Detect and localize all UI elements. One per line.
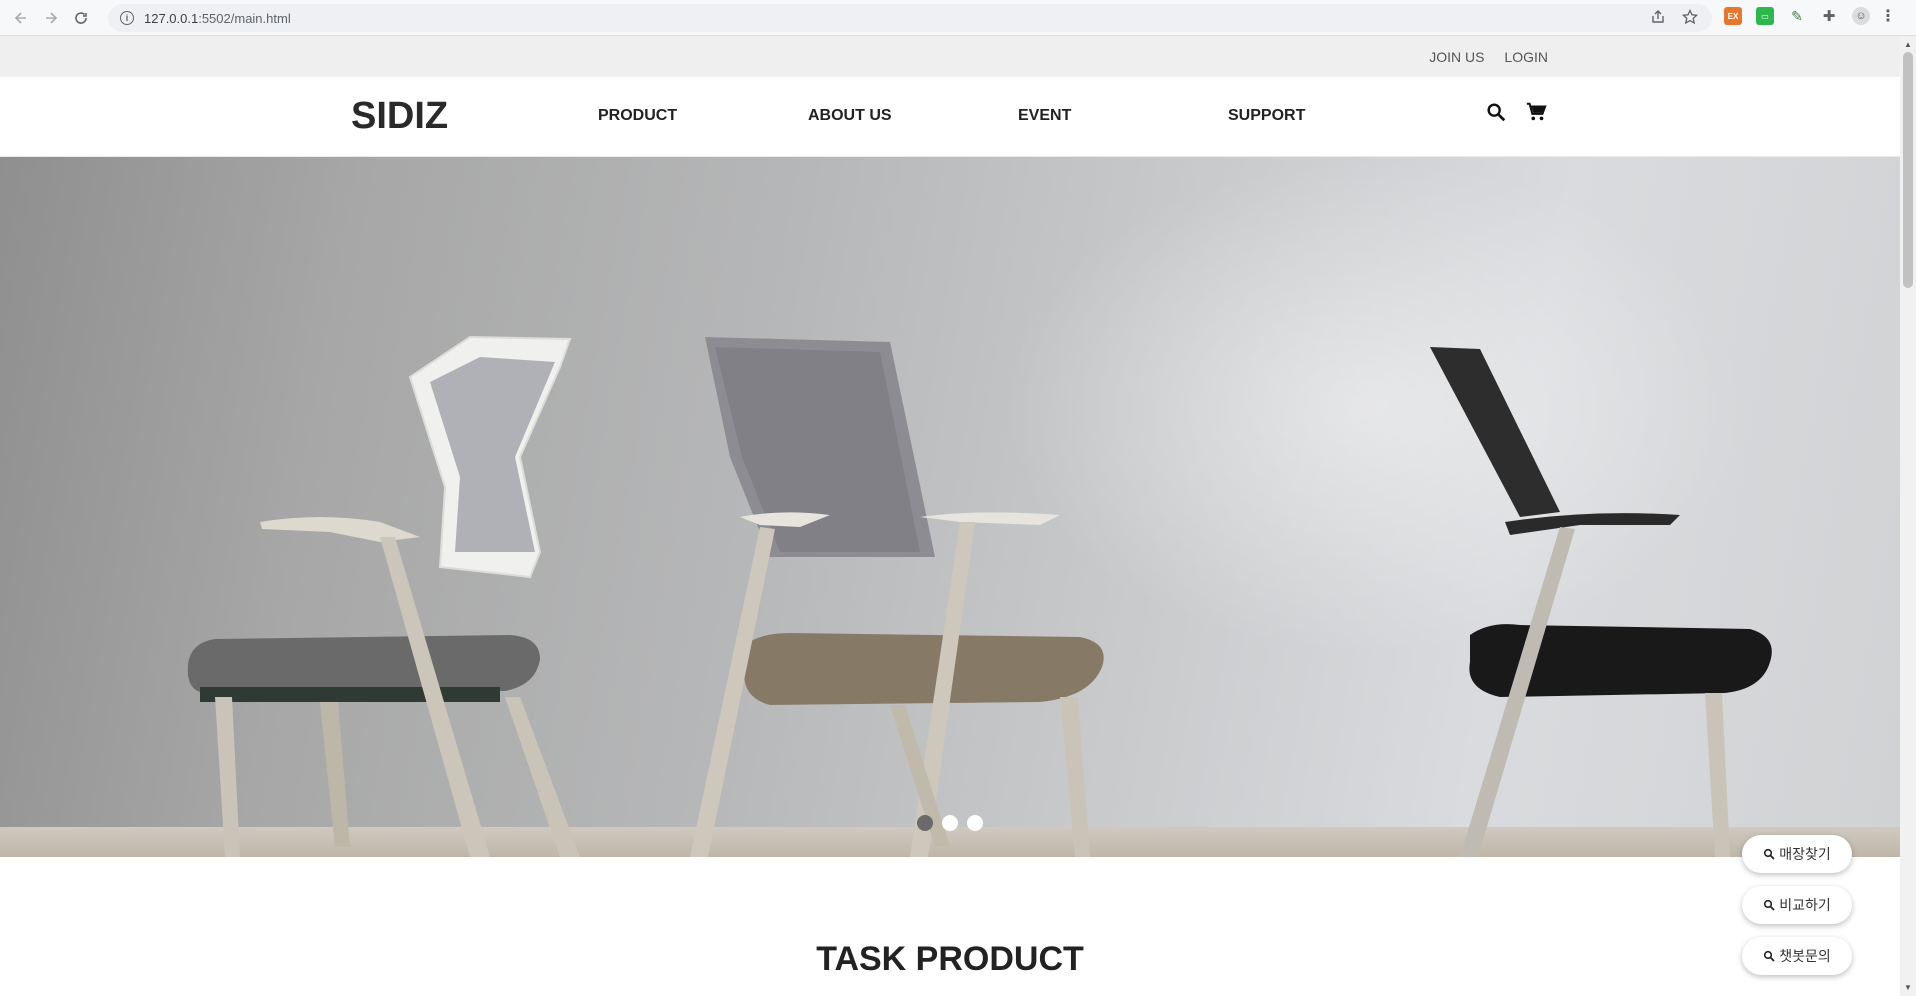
- join-us-link[interactable]: JOIN US: [1429, 49, 1484, 65]
- nav-event[interactable]: EVENT: [1018, 107, 1228, 125]
- page: JOIN US LOGIN SIDIZ PRODUCT ABOUT US EVE…: [0, 36, 1900, 996]
- utility-bar: JOIN US LOGIN: [0, 36, 1900, 77]
- slider-dot-1[interactable]: [917, 815, 933, 831]
- url-path: :5502/main.html: [198, 10, 291, 26]
- extensions-puzzle-icon[interactable]: ✚: [1820, 7, 1838, 25]
- back-icon[interactable]: [6, 3, 36, 33]
- chatbot-button[interactable]: 챗봇문의: [1742, 937, 1852, 975]
- info-icon[interactable]: i: [120, 11, 134, 25]
- share-icon[interactable]: [1650, 9, 1666, 25]
- hero-chairs-image: [187, 335, 1772, 857]
- chair-left: [187, 335, 580, 857]
- nav-support[interactable]: SUPPORT: [1228, 107, 1438, 125]
- cart-icon[interactable]: [1525, 101, 1547, 123]
- address-bar[interactable]: i 127.0.0.1:5502/main.html: [108, 4, 1712, 32]
- url-host: 127.0.0.1: [144, 10, 199, 26]
- search-icon[interactable]: [1485, 101, 1507, 123]
- page-scrollbar[interactable]: ▲ ▼: [1900, 36, 1916, 996]
- chair-middle: [690, 337, 1104, 857]
- floating-menu: 매장찾기 비교하기 챗봇문의: [1742, 835, 1852, 975]
- hero-banner: [0, 157, 1900, 857]
- bookmark-star-icon[interactable]: [1682, 9, 1698, 25]
- url-text: 127.0.0.1:5502/main.html: [144, 11, 291, 26]
- browser-menu-icon[interactable]: ⋮: [1880, 7, 1896, 25]
- forward-icon[interactable]: [36, 3, 66, 33]
- find-store-label: 매장찾기: [1779, 846, 1831, 862]
- extension-pen-icon[interactable]: ✎: [1788, 7, 1806, 25]
- login-link[interactable]: LOGIN: [1504, 49, 1548, 65]
- profile-avatar[interactable]: ☺: [1852, 7, 1870, 25]
- slider-dots: [917, 815, 983, 831]
- reload-icon[interactable]: [66, 3, 96, 33]
- search-icon: [1764, 848, 1775, 860]
- extension-icon-green[interactable]: ▭: [1756, 7, 1774, 25]
- scroll-thumb[interactable]: [1903, 52, 1913, 288]
- find-store-button[interactable]: 매장찾기: [1742, 835, 1852, 873]
- compare-button[interactable]: 비교하기: [1742, 886, 1852, 924]
- chatbot-label: 챗봇문의: [1779, 948, 1831, 964]
- search-icon: [1764, 950, 1775, 962]
- scroll-up-icon[interactable]: ▲: [1904, 40, 1912, 49]
- main-nav: PRODUCT ABOUT US EVENT SUPPORT: [598, 107, 1438, 125]
- chair-right: [1430, 347, 1772, 857]
- extension-icon-orange[interactable]: EX: [1724, 7, 1742, 25]
- site-header: SIDIZ PRODUCT ABOUT US EVENT SUPPORT: [0, 77, 1900, 157]
- slider-dot-3[interactable]: [967, 815, 983, 831]
- compare-label: 비교하기: [1779, 897, 1831, 913]
- section-title: TASK PRODUCT: [816, 940, 1084, 978]
- search-icon: [1764, 899, 1775, 911]
- logo[interactable]: SIDIZ: [351, 95, 448, 138]
- slider-dot-2[interactable]: [942, 815, 958, 831]
- nav-about-us[interactable]: ABOUT US: [808, 107, 1018, 125]
- scroll-down-icon[interactable]: ▼: [1904, 983, 1912, 992]
- browser-toolbar: i 127.0.0.1:5502/main.html EX ▭ ✎ ✚ ☺ ⋮: [0, 0, 1916, 36]
- nav-product[interactable]: PRODUCT: [598, 107, 808, 125]
